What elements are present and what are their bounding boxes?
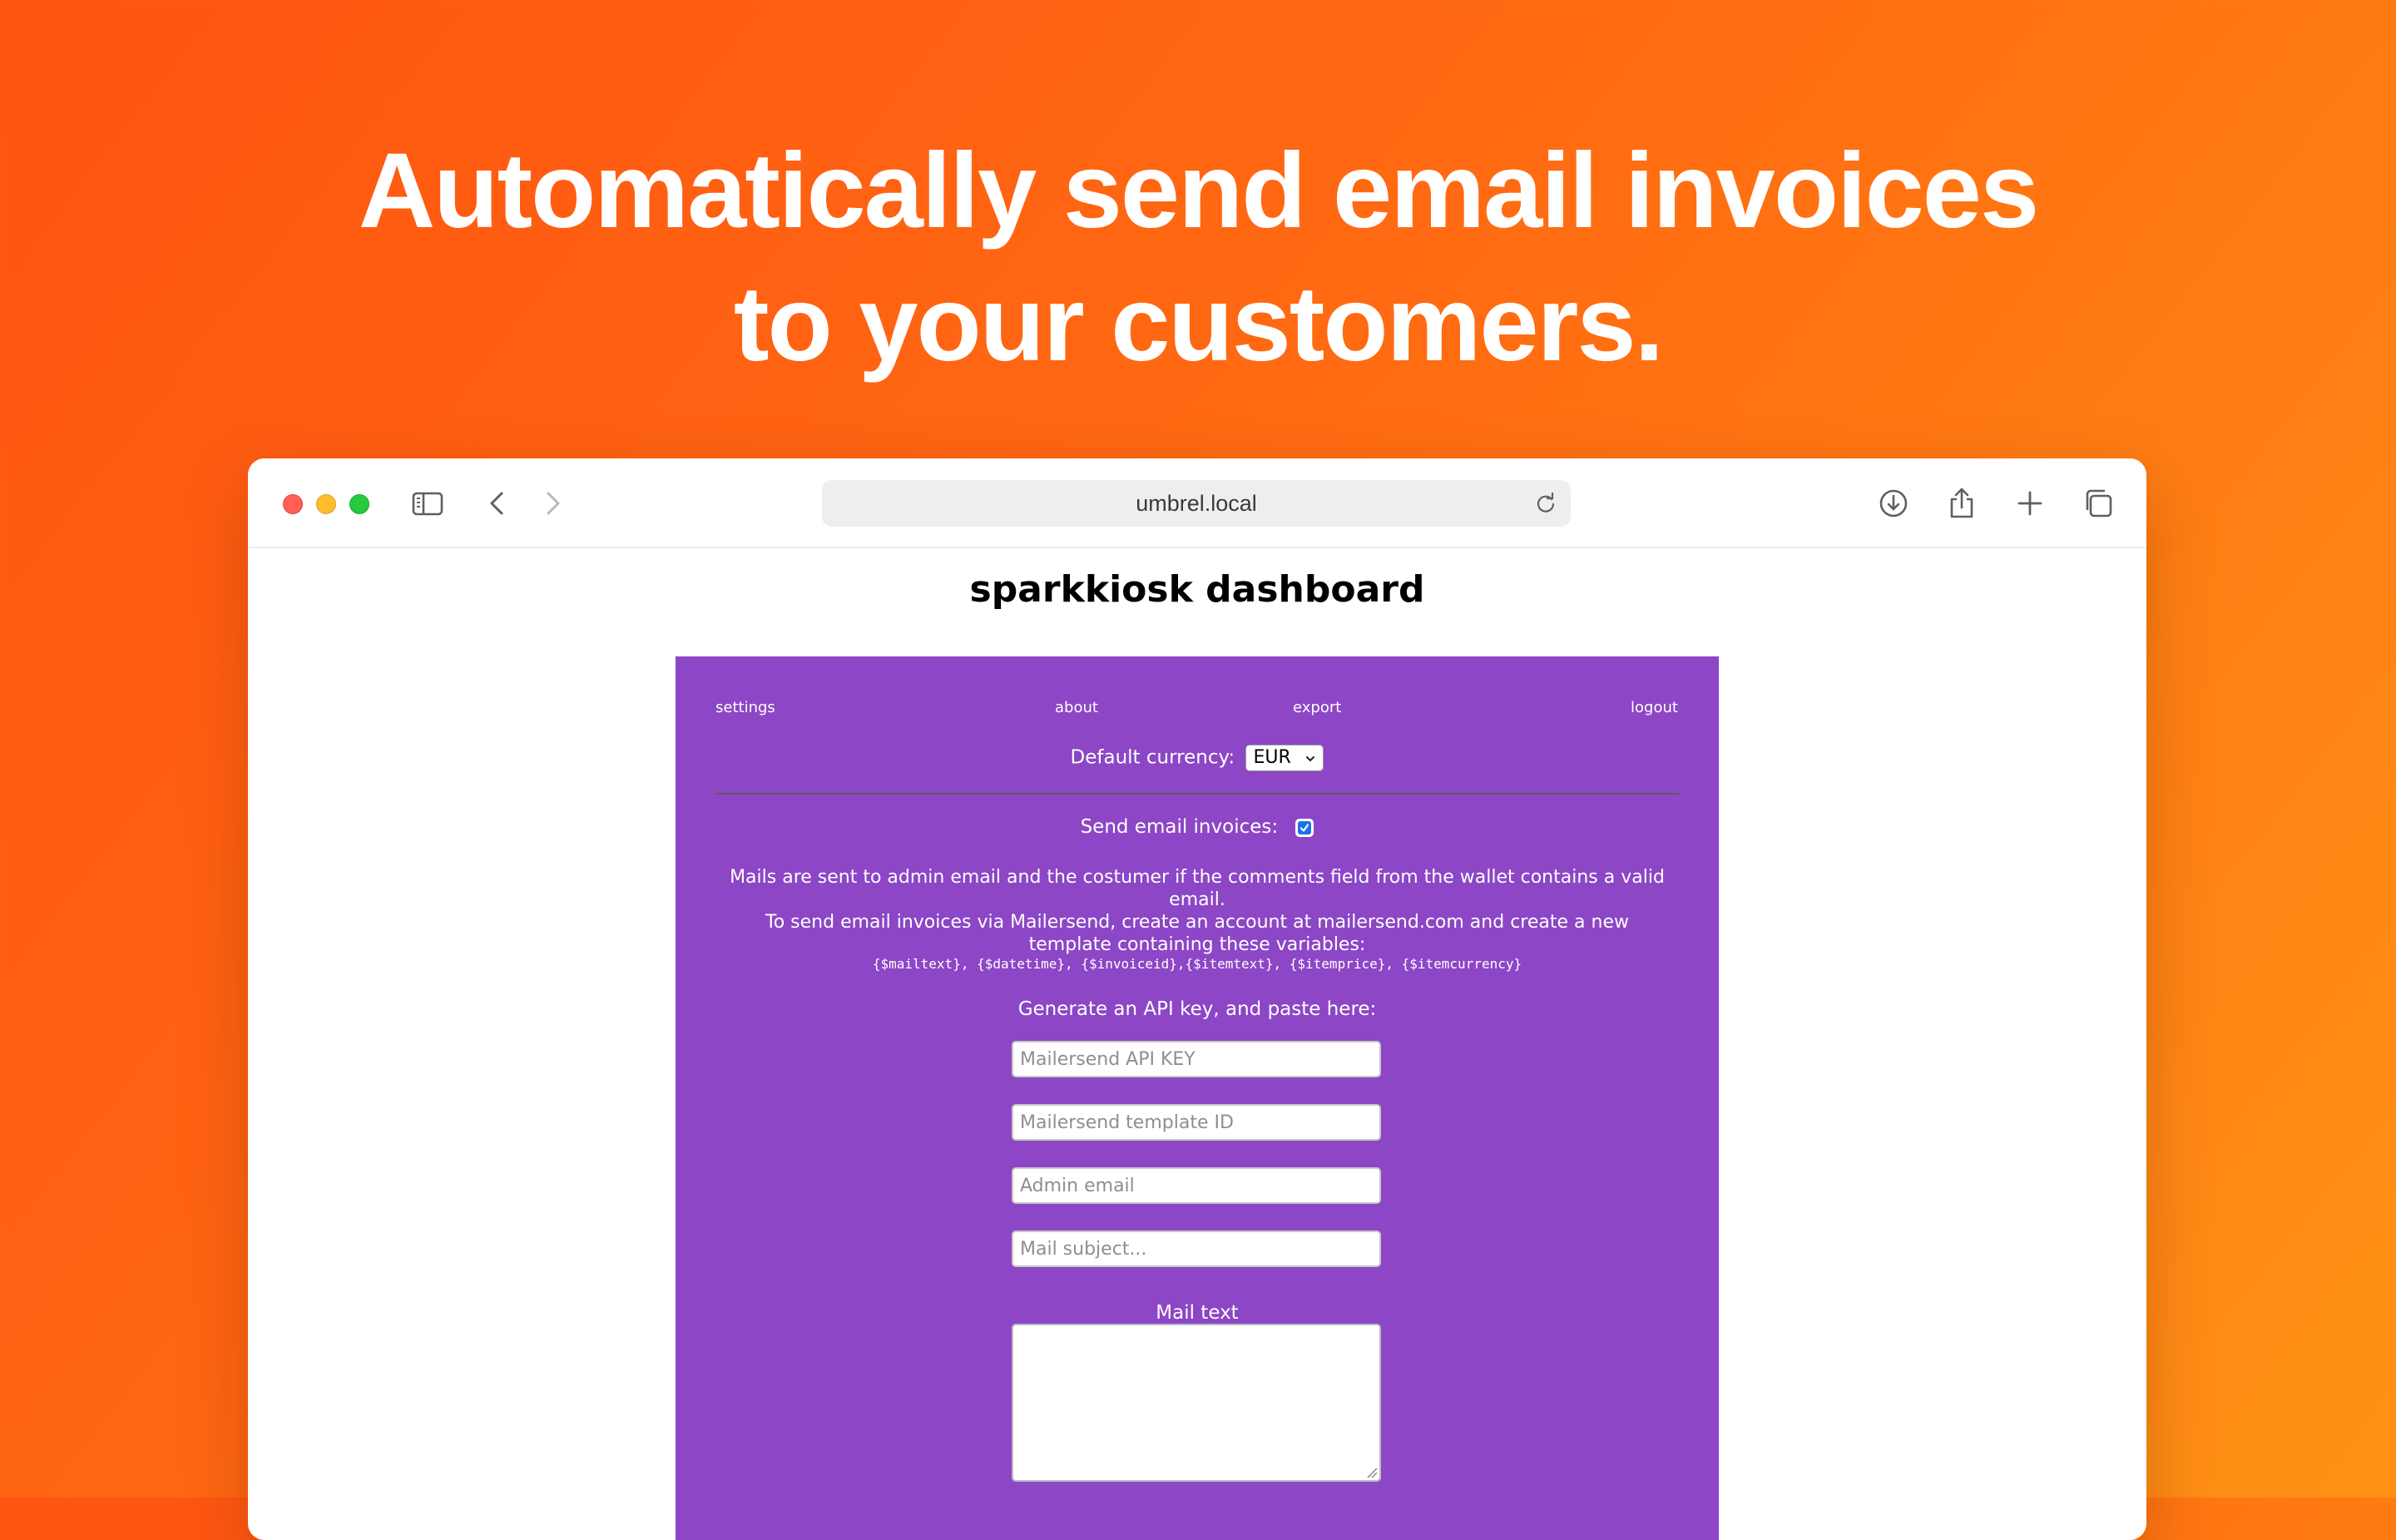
new-tab-icon[interactable]	[2013, 487, 2047, 520]
sidebar-icon[interactable]	[411, 487, 444, 520]
api-key-input[interactable]	[1012, 1041, 1381, 1077]
api-key-instructions: Generate an API key, and paste here:	[1017, 998, 1377, 1020]
hero-headline: Automatically send email invoices to you…	[0, 125, 2396, 391]
url-text: umbrel.local	[1136, 491, 1257, 516]
address-bar[interactable]: umbrel.local	[822, 480, 1571, 527]
minimize-window-button[interactable]	[316, 494, 336, 514]
currency-select[interactable]: EUR	[1245, 745, 1324, 771]
back-icon[interactable]	[481, 487, 514, 520]
section-divider	[715, 793, 1679, 795]
nav-about-link[interactable]: about	[1055, 699, 1098, 716]
page-title: sparkkiosk dashboard	[969, 568, 1425, 611]
forward-icon[interactable]	[536, 487, 569, 520]
mail-text-label: Mail text	[1156, 1302, 1239, 1324]
share-icon[interactable]	[1945, 487, 1978, 520]
browser-window: umbrel.local sparkkiosk dashboard settin…	[248, 458, 2146, 1540]
email-info-line-1: Mails are sent to admin email and the co…	[730, 867, 1665, 910]
page-content: sparkkiosk dashboard settings about expo…	[248, 548, 2146, 1540]
template-variables: {$mailtext}, {$datetime}, {$invoiceid},{…	[872, 956, 1522, 972]
currency-label: Default currency:	[1070, 746, 1235, 769]
nav-logout-link[interactable]: logout	[1631, 699, 1678, 716]
email-info-line-2: To send email invoices via Mailersend, c…	[765, 912, 1629, 955]
send-email-checkbox[interactable]	[1295, 818, 1314, 837]
template-id-input[interactable]	[1012, 1104, 1381, 1141]
download-icon[interactable]	[1877, 487, 1910, 520]
settings-panel: settings about export logout Default cur…	[676, 656, 1719, 1540]
currency-selected-value: EUR	[1253, 747, 1291, 768]
chevron-down-icon	[1306, 756, 1315, 761]
fullscreen-window-button[interactable]	[349, 494, 369, 514]
nav-export-link[interactable]: export	[1293, 699, 1341, 716]
currency-row: Default currency: EUR	[676, 745, 1719, 771]
email-toggle-label: Send email invoices:	[1080, 816, 1279, 838]
nav-settings-link[interactable]: settings	[715, 699, 775, 716]
email-toggle-row: Send email invoices:	[676, 816, 1719, 838]
headline-line-2: to your customers.	[733, 265, 1664, 384]
mail-text-textarea[interactable]	[1012, 1324, 1381, 1482]
browser-toolbar: umbrel.local	[248, 458, 2146, 548]
email-info-text: Mails are sent to admin email and the co…	[725, 866, 1669, 956]
admin-email-input[interactable]	[1012, 1167, 1381, 1204]
headline-line-1: Automatically send email invoices	[358, 131, 2039, 250]
resize-grip-icon[interactable]	[1364, 1465, 1378, 1478]
tabs-overview-icon[interactable]	[2082, 487, 2115, 520]
checkmark-icon	[1298, 820, 1312, 834]
mail-subject-input[interactable]	[1012, 1231, 1381, 1267]
close-window-button[interactable]	[283, 494, 303, 514]
reload-icon[interactable]	[1534, 492, 1557, 515]
